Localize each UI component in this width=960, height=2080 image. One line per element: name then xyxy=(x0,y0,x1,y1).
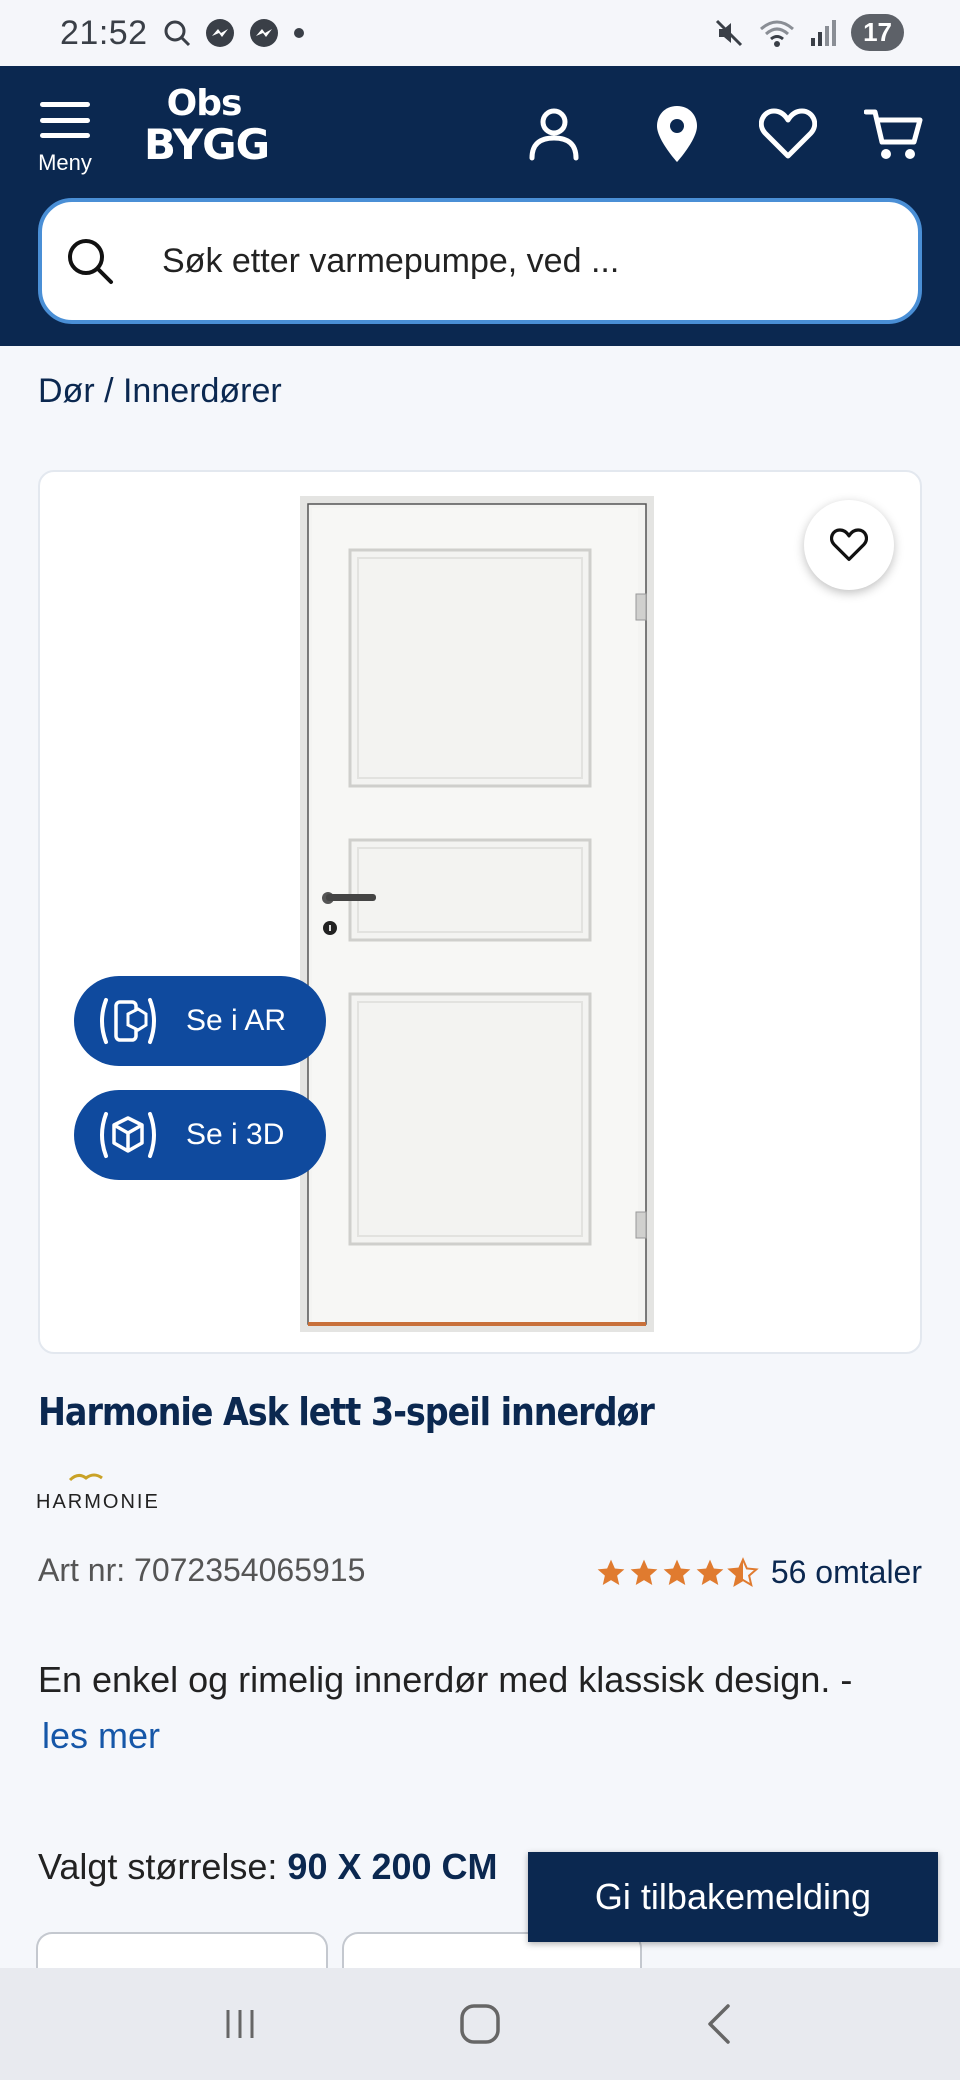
hamburger-icon xyxy=(40,102,90,138)
brand-wave-icon xyxy=(68,1473,103,1482)
selected-size: Valgt størrelse: 90 X 200 CM xyxy=(38,1846,498,1888)
star-icon xyxy=(663,1559,691,1585)
wishlist-heart-icon[interactable] xyxy=(756,102,820,166)
home-button[interactable] xyxy=(440,1984,520,2064)
store-location-icon[interactable] xyxy=(645,102,709,166)
search-icon xyxy=(164,20,190,47)
star-icon xyxy=(597,1559,625,1585)
product-image-door[interactable] xyxy=(300,496,654,1332)
review-count: 56 omtaler xyxy=(770,1554,922,1590)
menu-button[interactable]: Meny xyxy=(30,98,100,188)
mute-icon xyxy=(716,19,743,46)
brand-name: HARMONIE xyxy=(36,1491,160,1513)
status-time: 21:52 xyxy=(60,13,148,52)
menu-label: Meny xyxy=(38,150,92,175)
signal-icon xyxy=(811,19,837,46)
cart-icon[interactable] xyxy=(862,102,926,166)
status-notification-icons xyxy=(162,17,306,49)
product-description: En enkel og rimelig innerdør med klassis… xyxy=(38,1652,938,1764)
star-icon xyxy=(696,1559,724,1585)
system-navigation-bar xyxy=(0,1968,960,2080)
see-in-3d-label: Se i 3D xyxy=(186,1118,285,1151)
3d-cube-icon xyxy=(100,1112,156,1158)
description-text: En enkel og rimelig innerdør med klassis… xyxy=(38,1659,853,1700)
home-icon xyxy=(460,2004,500,2044)
heart-icon xyxy=(830,528,868,562)
see-in-ar-button[interactable]: Se i AR xyxy=(74,976,326,1066)
article-number: Art nr: 7072354065915 xyxy=(38,1552,366,1588)
product-image-card: Se i AR Se i 3D xyxy=(38,470,922,1354)
status-bar: 21:52 17 xyxy=(0,0,960,66)
battery-indicator: 17 xyxy=(851,14,904,51)
dot-icon xyxy=(293,28,304,38)
brand-logo[interactable]: HARMONIE xyxy=(36,1470,160,1514)
half-star-icon xyxy=(727,1556,759,1587)
feedback-button[interactable]: Gi tilbakemelding xyxy=(528,1852,938,1942)
selected-size-value: 90 X 200 CM xyxy=(287,1846,498,1887)
status-system-icons: 17 xyxy=(713,14,904,51)
recent-apps-icon xyxy=(226,2010,254,2038)
messenger-icon xyxy=(205,19,234,47)
selected-size-label: Valgt størrelse: xyxy=(38,1846,278,1887)
see-in-ar-label: Se i AR xyxy=(186,1004,287,1037)
wifi-icon xyxy=(760,20,795,47)
search-input[interactable]: Søk etter varmepumpe, ved ... xyxy=(38,198,922,324)
recent-apps-button[interactable] xyxy=(200,1984,280,2064)
back-chevron-icon xyxy=(708,2004,730,2044)
read-more-link[interactable]: les mer xyxy=(42,1715,160,1756)
search-placeholder: Søk etter varmepumpe, ved ... xyxy=(162,241,620,280)
search-icon xyxy=(68,239,113,284)
obs-bygg-logo[interactable]: Obs BYGG xyxy=(144,86,270,166)
site-header: Meny Obs BYGG Søk etter varmepumpe, ved … xyxy=(0,66,960,346)
product-title: Harmonie Ask lett 3-speil innerdør xyxy=(38,1390,655,1434)
see-in-3d-button[interactable]: Se i 3D xyxy=(74,1090,326,1180)
star-icon xyxy=(630,1559,658,1585)
back-button[interactable] xyxy=(680,1984,760,2064)
breadcrumb[interactable]: Dør / Innerdører xyxy=(38,372,282,411)
messenger-icon-2 xyxy=(249,19,278,47)
add-to-favorites-button[interactable] xyxy=(804,500,894,590)
product-rating[interactable]: 56 omtaler xyxy=(595,1554,922,1591)
ar-icon xyxy=(100,998,156,1044)
rating-stars xyxy=(595,1556,759,1589)
account-icon[interactable] xyxy=(522,102,586,166)
